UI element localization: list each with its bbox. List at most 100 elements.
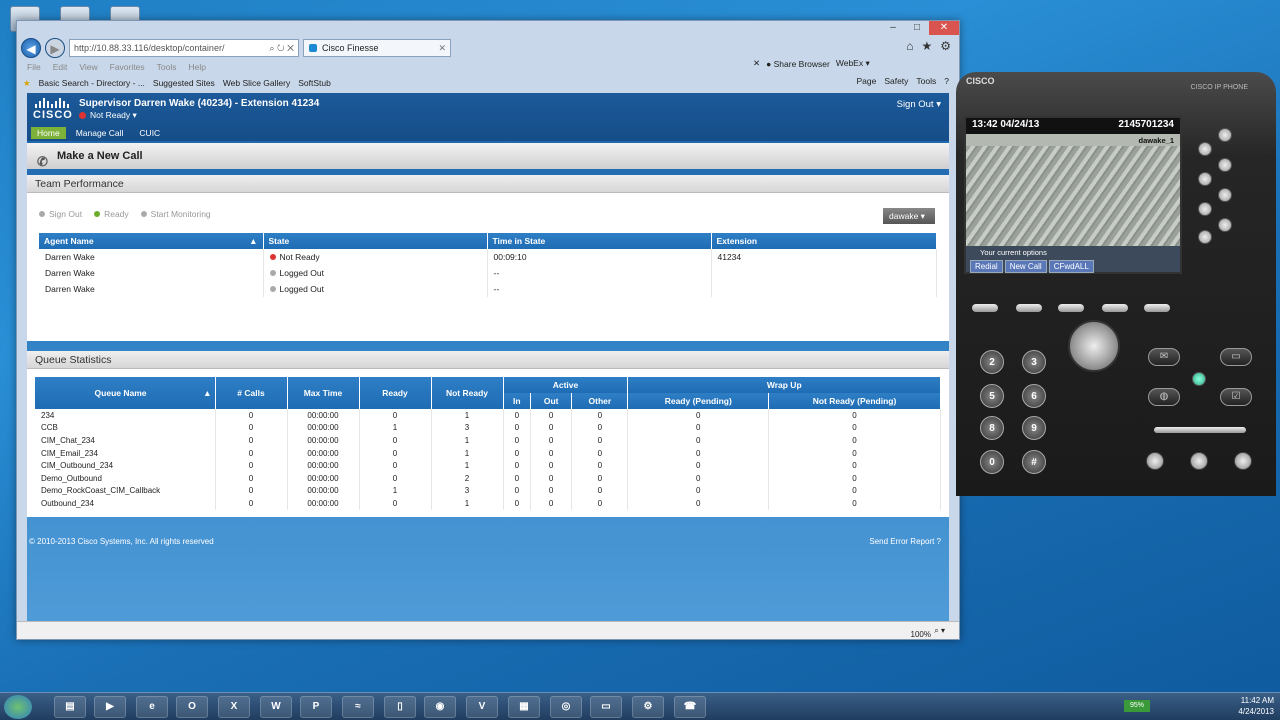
battery-indicator[interactable]: 95% <box>1124 700 1150 712</box>
table-row[interactable]: Darren Wake Not Ready 00:09:10 41234 <box>39 249 937 265</box>
command-item[interactable]: Safety <box>884 76 908 86</box>
home-icon[interactable]: ⌂ <box>906 39 913 53</box>
column-header[interactable]: Agent Name ▲ <box>39 233 264 249</box>
line-button[interactable] <box>1218 158 1232 172</box>
keypad-key[interactable]: 2 <box>980 350 1004 374</box>
softkey-button[interactable] <box>1016 304 1042 312</box>
softkey-new-call[interactable]: New Call <box>1004 260 1047 273</box>
table-row[interactable]: CIM_Outbound_234 0 00:00:00 0 1 0 0 0 0 0 <box>35 459 941 472</box>
close-icon[interactable]: ✕ <box>753 58 760 69</box>
directories-button[interactable]: ▭ <box>1220 348 1252 366</box>
word-taskbar-icon[interactable]: W <box>260 696 292 718</box>
share-browser-button[interactable]: ● Share Browser <box>766 59 830 69</box>
webex-menu[interactable]: WebEx ▾ <box>836 58 870 69</box>
visio-taskbar-icon[interactable]: V <box>466 696 498 718</box>
start-button[interactable] <box>4 695 32 719</box>
navigation-ring[interactable] <box>1068 320 1120 372</box>
firefox-taskbar-icon[interactable]: ◉ <box>424 696 456 718</box>
tab-cuic[interactable]: CUIC <box>133 127 166 139</box>
table-row[interactable]: Demo_Outbound 0 00:00:00 0 2 0 0 0 0 0 <box>35 471 941 485</box>
table-row[interactable]: Darren Wake Logged Out -- <box>39 281 937 297</box>
keypad-key[interactable]: 3 <box>1022 350 1046 374</box>
search-icon[interactable]: ⌕ ↻ ✕ <box>270 40 299 56</box>
app-taskbar-icon[interactable]: ⚙ <box>632 696 664 718</box>
column-header[interactable]: Extension <box>711 233 937 249</box>
app-taskbar-icon[interactable]: ▦ <box>508 696 540 718</box>
browser-tab[interactable]: Cisco Finesse ✕ <box>303 39 451 57</box>
speaker-button[interactable] <box>1190 452 1208 470</box>
keypad-key[interactable]: # <box>1022 450 1046 474</box>
settings-button[interactable]: ☑ <box>1220 388 1252 406</box>
close-button[interactable]: ✕ <box>929 21 959 35</box>
address-bar[interactable]: http://10.88.33.116/desktop/container/ ⌕… <box>69 39 299 57</box>
star-icon[interactable]: ★ <box>921 39 932 53</box>
line-button[interactable] <box>1218 188 1232 202</box>
system-clock[interactable]: 11:42 AM 4/24/2013 <box>1238 695 1274 717</box>
table-row[interactable]: Outbound_234 0 00:00:00 0 1 0 0 0 0 0 <box>35 497 941 510</box>
sign-out-agent-button[interactable]: Sign Out <box>39 209 82 219</box>
column-header[interactable]: Max Time <box>287 377 360 409</box>
column-header[interactable]: # Calls <box>215 377 288 409</box>
mute-button[interactable] <box>1234 452 1252 470</box>
menu-item[interactable]: Edit <box>53 62 68 72</box>
folder-taskbar-icon[interactable]: ▭ <box>590 696 622 718</box>
start-monitoring-button[interactable]: Start Monitoring <box>141 209 211 219</box>
app-taskbar-icon[interactable]: ☎ <box>674 696 706 718</box>
forward-button[interactable]: ▶ <box>45 38 65 58</box>
app-taskbar-icon[interactable]: ◎ <box>550 696 582 718</box>
keypad-key[interactable]: 0 <box>980 450 1004 474</box>
favorite-link[interactable]: SoftStub <box>298 78 331 88</box>
column-header[interactable]: Not Ready (Pending) <box>768 393 941 409</box>
table-row[interactable]: Demo_RockCoast_CIM_Callback 0 00:00:00 1 3 0 0… <box>35 484 941 498</box>
table-row[interactable]: 234 0 00:00:00 0 1 0 0 0 0 0 <box>35 409 941 422</box>
column-header[interactable]: Other <box>571 393 629 409</box>
softkey-button[interactable] <box>1058 304 1084 312</box>
line-button[interactable] <box>1198 142 1212 156</box>
keypad-key[interactable]: 9 <box>1022 416 1046 440</box>
table-row[interactable]: CIM_Chat_234 0 00:00:00 0 1 0 0 0 0 0 <box>35 434 941 447</box>
softkey-button[interactable] <box>1102 304 1128 312</box>
powerpoint-taskbar-icon[interactable]: P <box>300 696 332 718</box>
keypad-key[interactable]: 6 <box>1022 384 1046 408</box>
ready-agent-button[interactable]: Ready <box>94 209 129 219</box>
menu-item[interactable]: View <box>79 62 97 72</box>
table-row[interactable]: CCB 0 00:00:00 1 3 0 0 0 0 0 <box>35 421 941 435</box>
app-taskbar-icon[interactable]: ≈ <box>342 696 374 718</box>
help-icon[interactable]: ? <box>944 76 949 86</box>
column-header[interactable]: Not Ready <box>431 377 504 409</box>
excel-taskbar-icon[interactable]: X <box>218 696 250 718</box>
column-header[interactable]: Time in State <box>487 233 712 249</box>
agent-state-dropdown[interactable]: Not Ready ▾ <box>79 110 137 121</box>
softkey-cfwdall[interactable]: CFwdALL <box>1048 260 1094 273</box>
menu-item[interactable]: Help <box>188 62 205 72</box>
keypad-key[interactable]: 8 <box>980 416 1004 440</box>
tab-home[interactable]: Home <box>31 127 66 139</box>
back-button[interactable]: ◀ <box>21 38 41 58</box>
column-header[interactable]: State <box>263 233 488 249</box>
ie-taskbar-icon[interactable]: e <box>136 696 168 718</box>
menu-item[interactable]: Tools <box>157 62 177 72</box>
favorite-link[interactable]: Basic Search - Directory - ... <box>39 78 145 88</box>
sign-out-menu[interactable]: Sign Out ▾ <box>897 99 941 110</box>
menu-item[interactable]: File <box>27 62 41 72</box>
line-button[interactable] <box>1218 128 1232 142</box>
softkey-button[interactable] <box>972 304 998 312</box>
column-header[interactable]: Queue Name ▲ <box>35 377 216 409</box>
make-call-bar[interactable]: ✆ Make a New Call <box>27 143 949 169</box>
team-select-dropdown[interactable]: dawake ▾ <box>883 208 935 224</box>
command-item[interactable]: Tools <box>916 76 936 86</box>
help-button[interactable] <box>1192 372 1206 386</box>
line-button[interactable] <box>1198 172 1212 186</box>
column-header[interactable]: In <box>503 393 532 409</box>
services-button[interactable]: ◍ <box>1148 388 1180 406</box>
keypad-key[interactable]: 5 <box>980 384 1004 408</box>
command-item[interactable]: Page <box>856 76 876 86</box>
send-error-report-link[interactable]: Send Error Report ? <box>869 537 941 546</box>
tab-manage-call[interactable]: Manage Call <box>70 127 130 139</box>
outlook-taskbar-icon[interactable]: O <box>176 696 208 718</box>
explorer-taskbar-icon[interactable]: ▤ <box>54 696 86 718</box>
softkey-redial[interactable]: Redial <box>970 260 1003 273</box>
line-button[interactable] <box>1198 202 1212 216</box>
gear-icon[interactable]: ⚙ <box>940 39 951 53</box>
table-row[interactable]: Darren Wake Logged Out -- <box>39 265 937 281</box>
